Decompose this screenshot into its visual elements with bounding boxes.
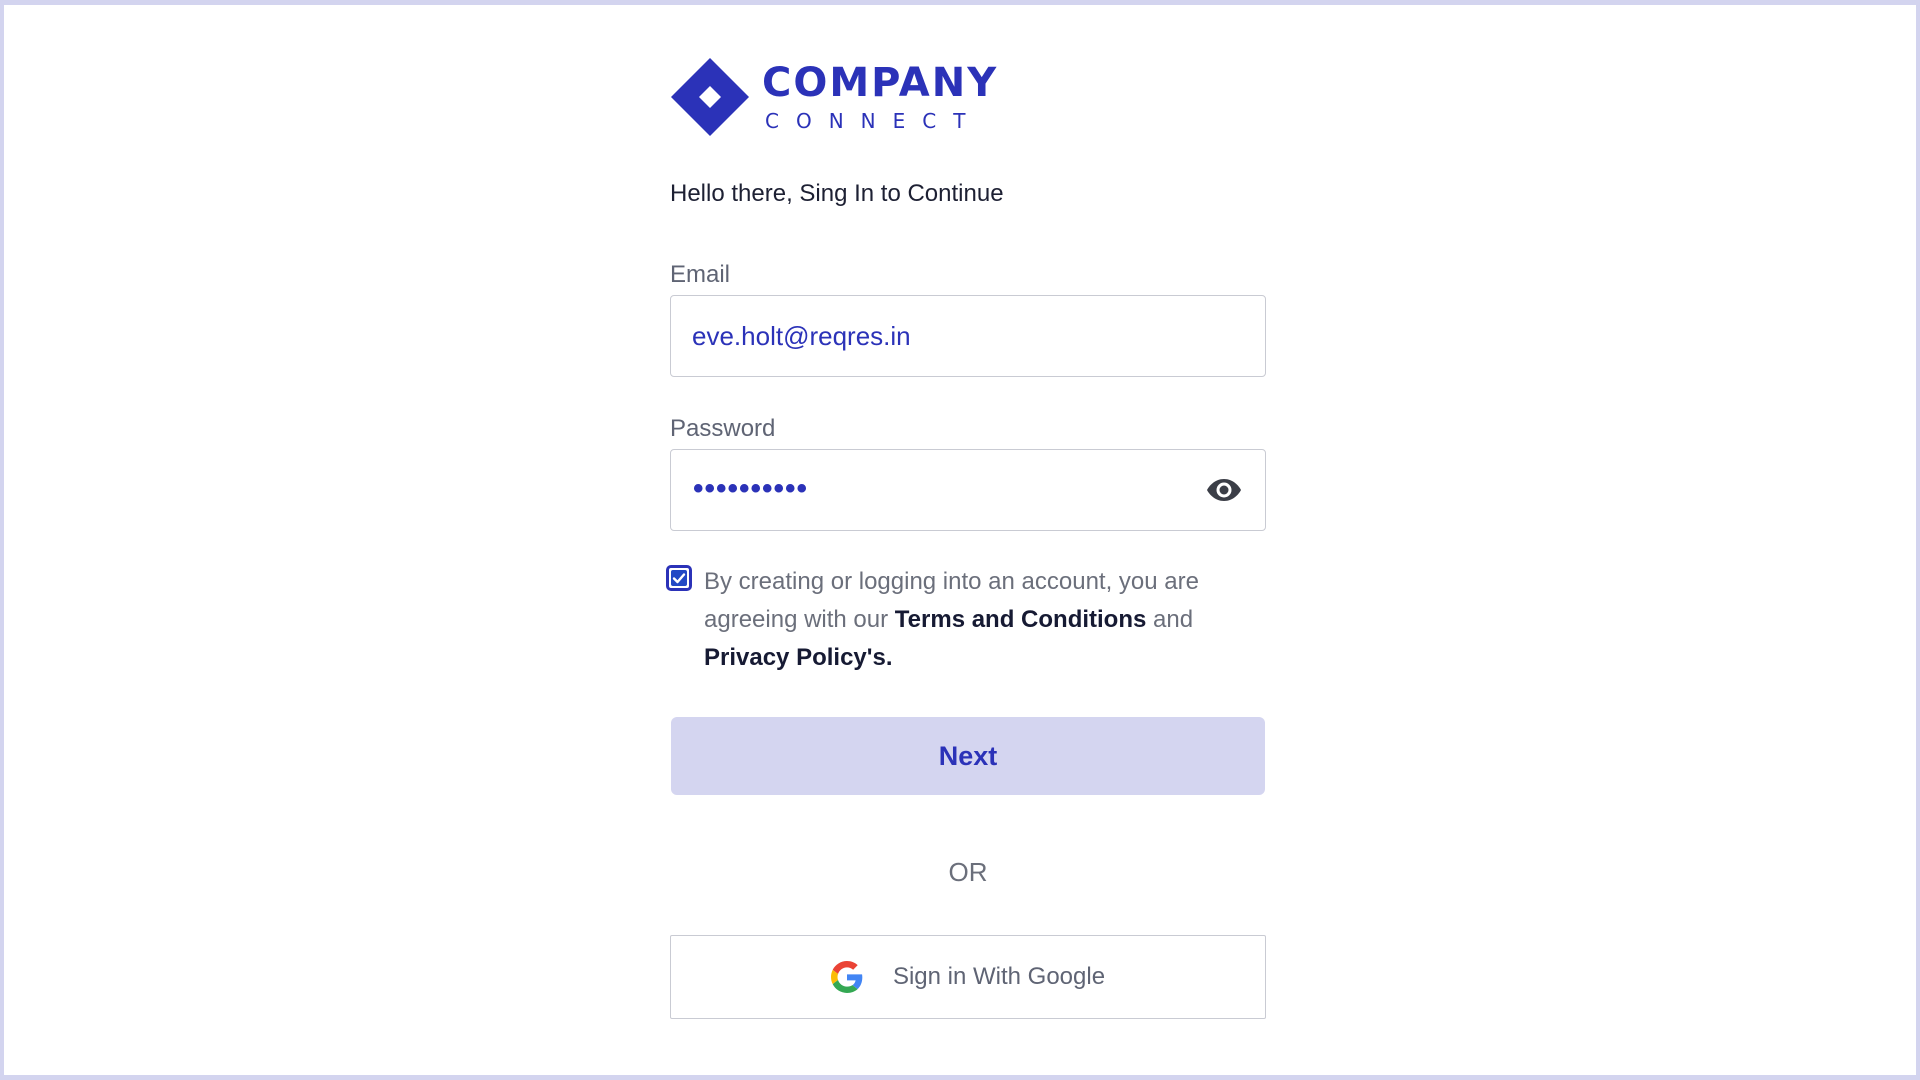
google-sign-in-button[interactable]: Sign in With Google	[670, 935, 1266, 1019]
logo-text: COMPANY CONNECT	[762, 63, 998, 131]
terms-checkbox[interactable]	[666, 565, 692, 591]
password-field[interactable]: ••••••••••	[670, 449, 1266, 531]
diamond-logo-icon	[671, 58, 749, 136]
checkmark-icon	[672, 573, 686, 584]
logo-connect-text: CONNECT	[765, 109, 983, 133]
terms-middle: and	[1146, 606, 1194, 633]
google-icon	[830, 961, 863, 993]
email-field[interactable]	[692, 296, 1212, 376]
or-divider: OR	[948, 857, 988, 887]
password-masked-value: ••••••••••	[693, 472, 809, 505]
google-sign-in-label: Sign in With Google	[892, 963, 1106, 990]
email-field-container	[670, 295, 1266, 377]
page-background: COMPANY CONNECT Hello there, Sing In to …	[4, 5, 1916, 1075]
logo-company-text: COMPANY	[762, 60, 999, 106]
password-label: Password	[670, 415, 776, 442]
privacy-policy-link[interactable]: Privacy Policy's.	[704, 644, 893, 671]
greeting-text: Hello there, Sing In to Continue	[670, 180, 1004, 207]
company-logo: COMPANY CONNECT	[670, 57, 998, 137]
terms-text: By creating or logging into an account, …	[704, 563, 1244, 677]
next-button[interactable]: Next	[671, 717, 1265, 795]
terms-and-conditions-link[interactable]: Terms and Conditions	[895, 606, 1147, 633]
email-label: Email	[670, 261, 731, 288]
eye-icon[interactable]	[1205, 475, 1243, 505]
